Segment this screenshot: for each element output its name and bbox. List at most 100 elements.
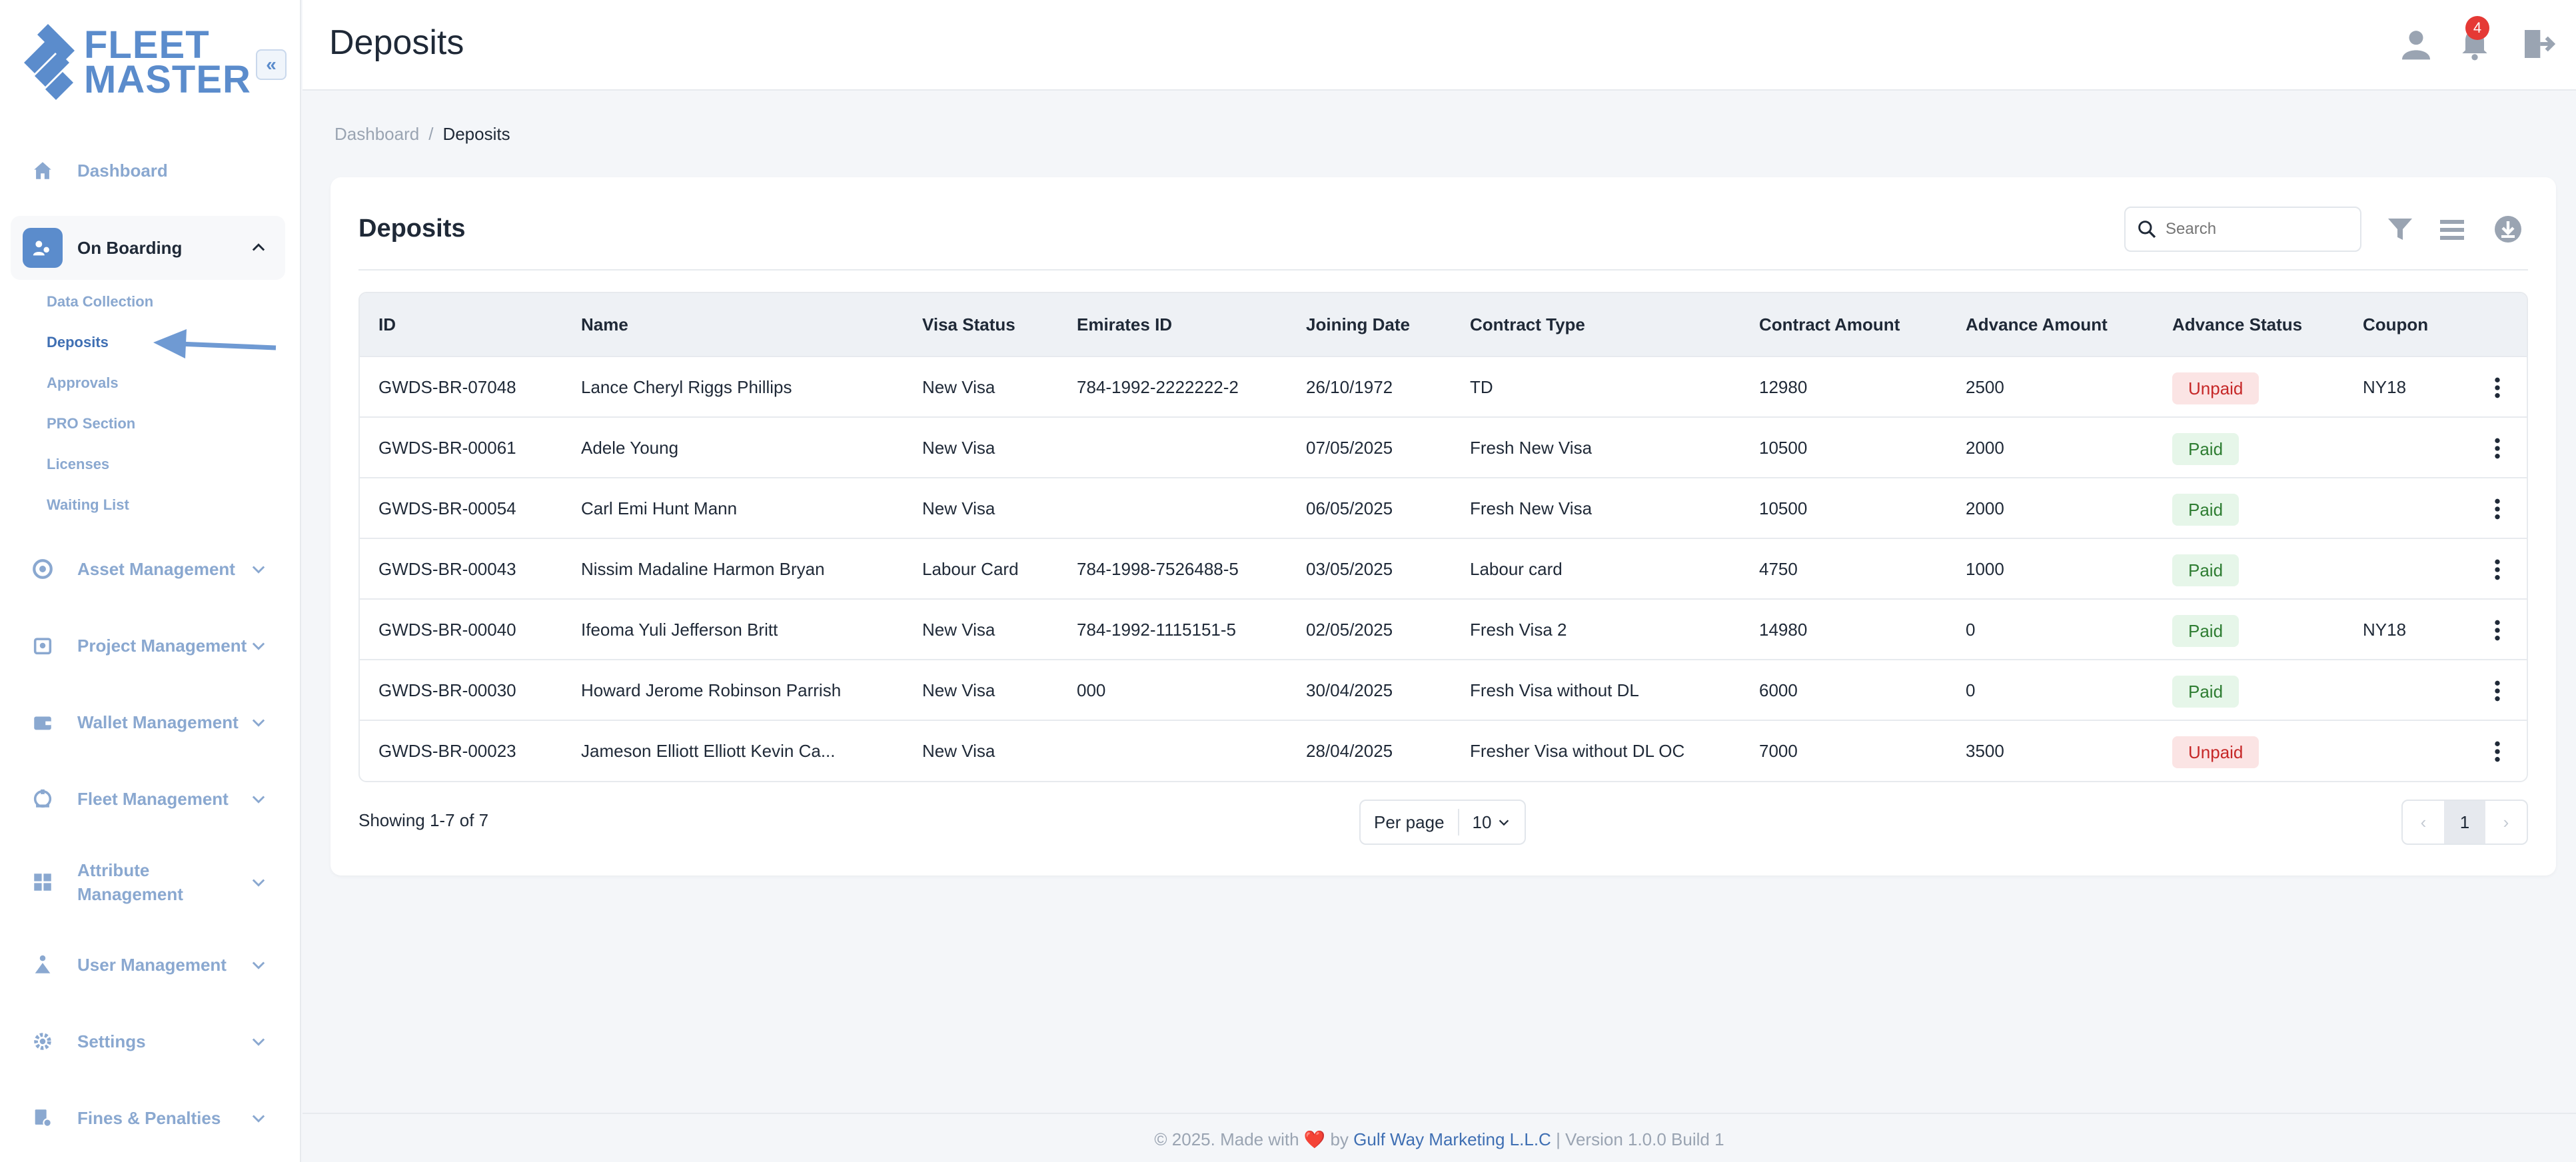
logo-mark-icon [24,24,75,100]
pointer-arrow-icon [153,329,277,358]
deposits-table: ID Name Visa Status Emirates ID Joining … [358,292,2528,782]
column-header-contract-type[interactable]: Contract Type [1470,293,1585,356]
breadcrumb-home-link[interactable]: Dashboard [334,124,419,144]
column-header-coupon[interactable]: Coupon [2363,293,2428,356]
users-icon [23,945,63,985]
cell-visa-status: New Visa [922,680,995,700]
sidebar-item-label: On Boarding [77,238,183,258]
column-header-visa-status[interactable]: Visa Status [922,293,1015,356]
sidebar-subitem-waiting-list[interactable]: Waiting List [47,496,129,514]
cell-name: Jameson Elliott Elliott Kevin Ca... [581,741,836,761]
sidebar-item-fines-penalties[interactable]: Fines & Penalties [11,1086,285,1150]
chevron-down-icon [252,879,265,887]
advance-status-badge: Paid [2172,433,2240,465]
row-actions-kebab-icon[interactable] [2484,676,2511,706]
cell-contract-type: Fresher Visa without DL OC [1470,741,1685,761]
table-row[interactable]: GWDS-BR-00061 Adele Young New Visa 07/05/20… [360,416,2527,477]
cell-advance-amount: 2000 [1966,498,2004,518]
cell-contract-type: Fresh Visa without DL [1470,680,1639,700]
sidebar-item-dashboard[interactable]: Dashboard [11,139,285,203]
logout-icon[interactable] [2520,25,2557,63]
cell-contract-amount: 6000 [1759,680,1798,700]
cell-advance-amount: 0 [1966,680,1976,700]
cell-contract-type: Fresh New Visa [1470,438,1593,458]
sidebar-item-on-boarding[interactable]: On Boarding [11,216,285,280]
user-profile-icon[interactable] [2397,25,2435,63]
cell-joining-date: 06/05/2025 [1306,498,1393,518]
project-icon [23,626,63,666]
search-box[interactable] [2124,207,2361,252]
next-page-button[interactable]: › [2485,801,2527,844]
sidebar-item-user-management[interactable]: User Management [11,933,285,997]
sidebar-item-label: Asset Management [77,559,235,579]
row-actions-kebab-icon[interactable] [2484,434,2511,463]
row-actions-kebab-icon[interactable] [2484,373,2511,402]
sidebar-subitem-approvals[interactable]: Approvals [47,374,119,392]
column-header-contract-amount[interactable]: Contract Amount [1759,293,1900,356]
search-input[interactable] [2166,220,2352,239]
advance-status-badge: Paid [2172,494,2240,526]
cell-joining-date: 26/10/1972 [1306,377,1393,397]
previous-page-button[interactable]: ‹ [2403,801,2444,844]
sidebar-item-asset-management[interactable]: Asset Management [11,537,285,601]
page-number-button[interactable]: 1 [2444,801,2485,844]
sidebar-item-settings[interactable]: Settings [11,1009,285,1073]
sidebar-subitem-data-collection[interactable]: Data Collection [47,293,153,310]
sidebar-subitem-deposits[interactable]: Deposits [47,334,109,351]
cell-name: Lance Cheryl Riggs Phillips [581,377,792,397]
chevron-up-icon [252,243,265,251]
cell-id: GWDS-BR-00023 [378,741,516,761]
sidebar-item-project-management[interactable]: Project Management [11,614,285,678]
column-header-joining-date[interactable]: Joining Date [1306,293,1410,356]
row-actions-kebab-icon[interactable] [2484,494,2511,524]
cell-visa-status: New Visa [922,377,995,397]
collapse-sidebar-button[interactable]: « [256,49,287,80]
per-page-label: Per page [1361,809,1459,836]
column-header-emirates-id[interactable]: Emirates ID [1077,293,1172,356]
filter-icon[interactable] [2384,213,2416,245]
row-actions-kebab-icon[interactable] [2484,616,2511,645]
table-row[interactable]: GWDS-BR-00030 Howard Jerome Robinson Parr… [360,659,2527,720]
cell-emirates-id: 000 [1077,680,1106,700]
cell-visa-status: New Visa [922,741,995,761]
cell-coupon: NY18 [2363,377,2407,397]
chevron-down-icon [252,1038,265,1046]
sidebar: FLEET MASTER « Dashboard On Boarding Dat… [0,0,301,1162]
table-row[interactable]: GWDS-BR-00040 Ifeoma Yuli Jefferson Britt… [360,598,2527,659]
table-row[interactable]: GWDS-BR-00043 Nissim Madaline Harmon Brya… [360,538,2527,598]
column-header-advance-amount[interactable]: Advance Amount [1966,293,2108,356]
columns-list-icon[interactable] [2436,213,2468,245]
sidebar-item-label: Settings [77,1031,146,1051]
company-link[interactable]: Gulf Way Marketing L.L.C [1353,1129,1551,1149]
page-footer: © 2025. Made with ❤️ by Gulf Way Marketi… [303,1113,2576,1162]
column-header-name[interactable]: Name [581,293,628,356]
chevron-down-icon [252,642,265,650]
row-actions-kebab-icon[interactable] [2484,555,2511,584]
sidebar-item-fleet-management[interactable]: Fleet Management [11,767,285,831]
sidebar-subitem-pro-section[interactable]: PRO Section [47,415,135,432]
sidebar-item-attribute-management[interactable]: Attribute Management [11,850,285,914]
logo-text-line2: MASTER [84,58,251,101]
cell-joining-date: 30/04/2025 [1306,680,1393,700]
fleet-master-logo[interactable]: FLEET MASTER [21,21,251,104]
cell-id: GWDS-BR-07048 [378,377,516,397]
sidebar-item-wallet-management[interactable]: Wallet Management [11,690,285,754]
showing-count: Showing 1-7 of 7 [358,810,489,830]
per-page-select[interactable]: Per page 10 [1359,800,1526,845]
table-row[interactable]: GWDS-BR-00054 Carl Emi Hunt Mann New Visa 0… [360,477,2527,538]
sidebar-subitem-licenses[interactable]: Licenses [47,456,109,473]
per-page-value: 10 [1472,812,1492,832]
fleet-icon [23,779,63,819]
row-actions-kebab-icon[interactable] [2484,737,2511,766]
column-header-id[interactable]: ID [378,293,396,356]
table-header-row: ID Name Visa Status Emirates ID Joining … [360,293,2527,356]
column-header-advance-status[interactable]: Advance Status [2172,293,2302,356]
advance-status-badge: Unpaid [2172,736,2259,768]
cell-visa-status: New Visa [922,620,995,640]
chevron-left-icon: ‹ [2420,812,2427,832]
cell-name: Howard Jerome Robinson Parrish [581,680,842,700]
download-icon[interactable] [2492,213,2524,245]
table-row[interactable]: GWDS-BR-00023 Jameson Elliott Elliott Kev… [360,720,2527,780]
table-row[interactable]: GWDS-BR-07048 Lance Cheryl Riggs Phillips… [360,356,2527,416]
chevron-down-icon [252,796,265,804]
